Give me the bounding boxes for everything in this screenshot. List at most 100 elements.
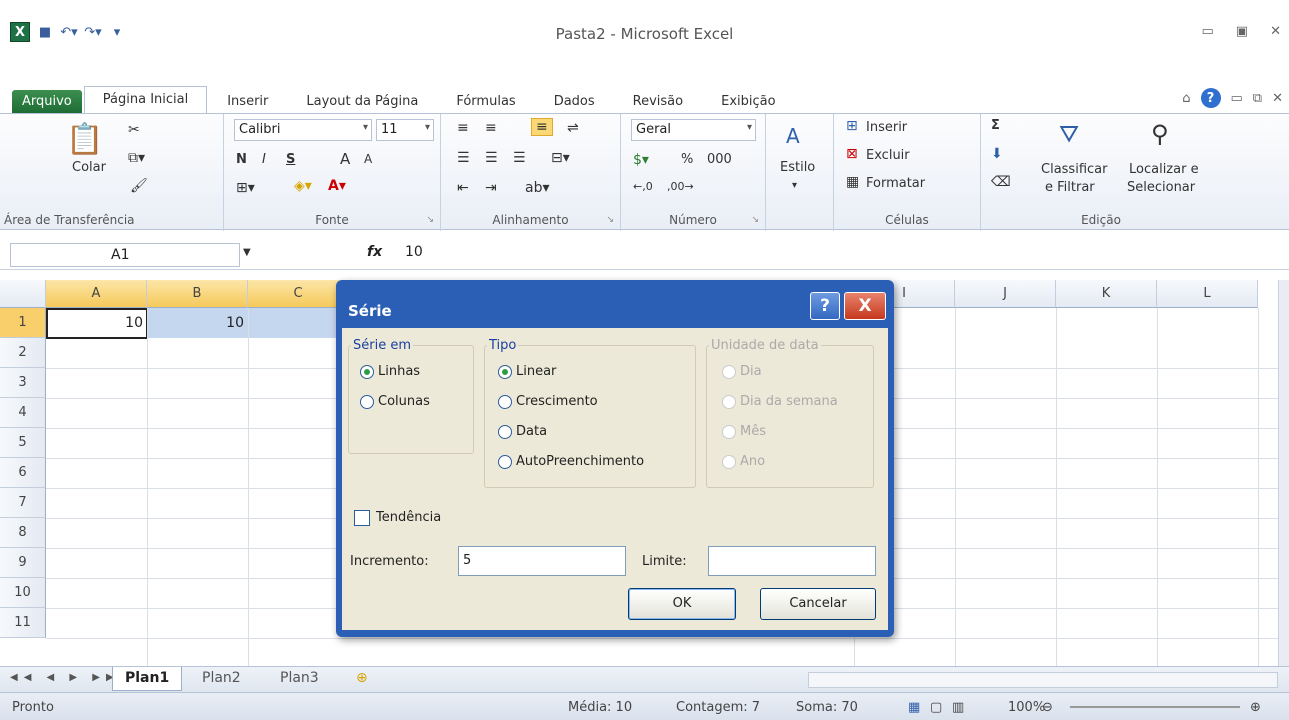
increase-decimal-icon[interactable]: ←,0 <box>633 180 653 193</box>
styles-icon[interactable]: A <box>786 124 800 148</box>
zoom-in-icon[interactable]: ⊕ <box>1250 700 1261 715</box>
shrink-font-button[interactable]: A <box>364 152 372 166</box>
tab-insert[interactable]: Inserir <box>209 90 286 114</box>
trend-checkbox[interactable] <box>354 510 370 526</box>
col-header-a[interactable]: A <box>46 280 147 308</box>
col-header-k[interactable]: K <box>1056 280 1157 308</box>
tab-home[interactable]: Página Inicial <box>83 86 208 114</box>
tab-data[interactable]: Dados <box>536 90 613 114</box>
ok-button[interactable]: OK <box>628 588 736 620</box>
sort-filter-icon[interactable]: ⛛ <box>1059 120 1079 148</box>
insert-cells-button[interactable]: Inserir <box>866 120 907 135</box>
col-header-l[interactable]: L <box>1157 280 1258 308</box>
find-select-label-1[interactable]: Localizar e <box>1129 162 1199 177</box>
row-header-9[interactable]: 9 <box>0 548 46 578</box>
borders-icon[interactable]: ⊞▾ <box>236 180 255 196</box>
sort-filter-label-2[interactable]: e Filtrar <box>1045 180 1095 195</box>
grow-font-button[interactable]: A <box>340 150 350 168</box>
italic-button[interactable]: I <box>262 152 266 167</box>
underline-button[interactable]: S <box>286 152 295 167</box>
help-icon[interactable]: ? <box>1200 88 1221 108</box>
formula-input[interactable]: 10 <box>405 244 423 260</box>
format-painter-icon[interactable]: 🖌 <box>130 178 148 194</box>
sheet-nav-icons[interactable]: ◀◀ ◀ ▶ ▶▶ <box>10 672 120 683</box>
sort-filter-label-1[interactable]: Classificar <box>1041 162 1107 177</box>
radio-growth[interactable]: Crescimento <box>498 394 598 409</box>
tab-view[interactable]: Exibição <box>703 90 793 114</box>
radio-autofill[interactable]: AutoPreenchimento <box>498 454 644 469</box>
sheet-tab-plan2[interactable]: Plan2 <box>190 667 253 691</box>
doc-minimize-icon[interactable]: ▭ <box>1231 91 1243 106</box>
decrease-decimal-icon[interactable]: ,00→ <box>667 180 694 193</box>
wrap-text-icon[interactable]: ⇌ <box>567 120 579 136</box>
delete-cells-icon[interactable]: ⊠ <box>846 146 858 162</box>
select-all-corner[interactable] <box>0 280 46 308</box>
alignment-launcher-icon[interactable]: ↘ <box>606 215 614 225</box>
radio-linear[interactable]: Linear <box>498 364 556 379</box>
cut-icon[interactable]: ✂ <box>128 122 140 138</box>
tab-page-layout[interactable]: Layout da Página <box>288 90 436 114</box>
bold-button[interactable]: N <box>236 152 247 167</box>
thousands-button[interactable]: 000 <box>707 152 732 167</box>
vertical-scrollbar[interactable] <box>1278 280 1289 666</box>
insert-sheet-icon[interactable]: ⊕ <box>344 667 380 691</box>
insert-cells-icon[interactable]: ⊞ <box>846 118 858 134</box>
col-header-c[interactable]: C <box>248 280 349 308</box>
row-header-4[interactable]: 4 <box>0 398 46 428</box>
increase-indent-icon[interactable]: ⇥ <box>485 180 497 196</box>
row-header-10[interactable]: 10 <box>0 578 46 608</box>
number-launcher-icon[interactable]: ↘ <box>751 215 759 225</box>
insert-function-icon[interactable]: fx <box>367 244 382 260</box>
align-top-icon[interactable]: ≡ <box>457 120 469 136</box>
tab-formulas[interactable]: Fórmulas <box>438 90 533 114</box>
font-size-dropdown[interactable]: 11 ▾ <box>376 119 434 141</box>
doc-restore-icon[interactable]: ⧉ <box>1253 91 1262 106</box>
format-cells-button[interactable]: Formatar <box>866 176 925 191</box>
paste-button[interactable]: Colar <box>72 160 106 175</box>
normal-view-icon[interactable]: ▦ <box>908 700 920 715</box>
paste-icon[interactable]: 📋 <box>66 122 103 157</box>
stop-value-input[interactable] <box>708 546 876 576</box>
align-right-icon[interactable]: ☰ <box>513 150 526 166</box>
align-bottom-icon[interactable]: ≡ <box>531 118 553 136</box>
sheet-tab-plan1[interactable]: Plan1 <box>112 667 183 691</box>
minimize-ribbon-icon[interactable]: ⌂ <box>1182 91 1190 106</box>
currency-icon[interactable]: $▾ <box>633 152 649 168</box>
number-format-dropdown[interactable]: Geral ▾ <box>631 119 756 141</box>
row-header-2[interactable]: 2 <box>0 338 46 368</box>
row-header-5[interactable]: 5 <box>0 428 46 458</box>
row-header-1[interactable]: 1 <box>0 308 46 338</box>
page-break-view-icon[interactable]: ▥ <box>952 700 964 715</box>
percent-button[interactable]: % <box>681 152 693 167</box>
cell-b1[interactable]: 10 <box>147 308 248 338</box>
fill-color-icon[interactable]: ◈▾ <box>294 178 312 194</box>
maximize-icon[interactable]: ▣ <box>1236 24 1248 39</box>
name-box[interactable]: A1 <box>10 243 240 267</box>
dialog-close-button[interactable]: X <box>844 292 886 320</box>
horizontal-scrollbar[interactable] <box>808 672 1278 688</box>
doc-close-icon[interactable]: ✕ <box>1272 91 1283 106</box>
delete-cells-button[interactable]: Excluir <box>866 148 910 163</box>
cancel-button[interactable]: Cancelar <box>760 588 876 620</box>
zoom-out-icon[interactable]: ⊖ <box>1042 700 1053 715</box>
chevron-down-icon[interactable]: ▼ <box>243 247 251 258</box>
copy-icon[interactable]: ⧉▾ <box>128 150 145 166</box>
merge-center-icon[interactable]: ⊟▾ <box>551 150 570 166</box>
col-header-b[interactable]: B <box>147 280 248 308</box>
decrease-indent-icon[interactable]: ⇤ <box>457 180 469 196</box>
close-window-icon[interactable]: ✕ <box>1270 24 1281 39</box>
step-value-input[interactable]: 5 <box>458 546 626 576</box>
zoom-level[interactable]: 100% <box>1008 700 1045 715</box>
styles-button[interactable]: Estilo <box>780 160 815 175</box>
radio-columns[interactable]: Colunas <box>360 394 430 409</box>
col-header-j[interactable]: J <box>955 280 1056 308</box>
find-select-label-2[interactable]: Selecionar <box>1127 180 1195 195</box>
row-header-11[interactable]: 11 <box>0 608 46 638</box>
cell-c1[interactable]: 1 <box>248 308 349 338</box>
fill-icon[interactable]: ⬇ <box>991 146 1003 162</box>
clear-icon[interactable]: ⌫ <box>991 174 1011 190</box>
row-header-8[interactable]: 8 <box>0 518 46 548</box>
radio-date[interactable]: Data <box>498 424 547 439</box>
minimize-icon[interactable]: ▭ <box>1202 24 1214 39</box>
align-center-icon[interactable]: ☰ <box>485 150 498 166</box>
